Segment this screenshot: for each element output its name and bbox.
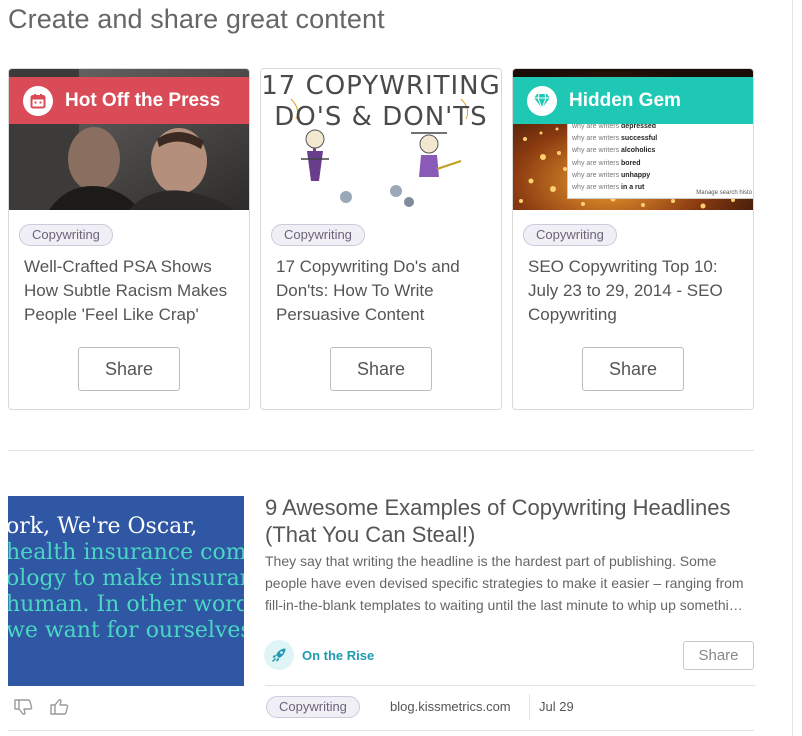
banner-label: Hidden Gem: [569, 89, 681, 111]
meta-separator: [529, 694, 530, 720]
category-tag[interactable]: Copywriting: [266, 696, 360, 718]
card-title[interactable]: SEO Copywriting Top 10: July 23 to 29, 2…: [528, 255, 744, 327]
row-divider: [8, 730, 754, 731]
on-the-rise-label: On the Rise: [302, 648, 375, 663]
search-suggestion: why are writers bored: [572, 159, 641, 167]
hidden-gem-banner: Hidden Gem: [513, 77, 753, 124]
share-button[interactable]: Share: [683, 641, 754, 670]
calendar-icon: [23, 85, 53, 116]
gem-icon: [527, 85, 557, 116]
thumbnail-heading: 17 COPYWRITING DO'S & DON'TS: [261, 71, 501, 132]
card-title[interactable]: Well-Crafted PSA Shows How Subtle Racism…: [24, 255, 240, 327]
card-title[interactable]: 17 Copywriting Do's and Don'ts: How To W…: [276, 255, 492, 327]
banner-label: Hot Off the Press: [65, 89, 221, 111]
search-suggestion: why are writers alcoholics: [572, 147, 656, 155]
share-button[interactable]: Share: [330, 347, 432, 391]
rocket-icon: [264, 640, 294, 670]
category-tag[interactable]: Copywriting: [523, 224, 617, 246]
search-suggestion: why are writers successful: [572, 135, 658, 143]
content-card[interactable]: 17 COPYWRITING DO'S & DON'TS Copywriting…: [260, 68, 502, 410]
page-title: Create and share great content: [8, 4, 385, 34]
category-tag[interactable]: Copywriting: [271, 224, 365, 246]
page-right-border: [792, 0, 793, 736]
share-button[interactable]: Share: [582, 347, 684, 391]
content-card[interactable]: why are writers depressed why are writer…: [512, 68, 754, 410]
source-domain[interactable]: blog.kissmetrics.com: [390, 699, 511, 714]
article-thumbnail[interactable]: ork, We're Oscar, health insurance com o…: [8, 496, 244, 686]
publish-date: Jul 29: [539, 699, 574, 714]
thumbs-down-icon[interactable]: [10, 694, 36, 720]
card-thumbnail[interactable]: 17 COPYWRITING DO'S & DON'TS: [261, 69, 501, 210]
article-description: They say that writing the headline is th…: [265, 553, 744, 613]
search-suggestion: why are writers unhappy: [572, 171, 651, 179]
meta-divider: [265, 685, 755, 686]
share-button[interactable]: Share: [78, 347, 180, 391]
section-divider: [8, 450, 754, 451]
category-tag[interactable]: Copywriting: [19, 224, 113, 246]
article-title[interactable]: 9 Awesome Examples of Copywriting Headli…: [265, 494, 745, 548]
search-footer: Manage search histo: [696, 189, 752, 196]
thumbs-up-icon[interactable]: [46, 694, 72, 720]
content-card[interactable]: Hot Off the Press Copywriting Well-Craft…: [8, 68, 250, 410]
search-suggestion-box: why are writers depressed why are writer…: [567, 119, 753, 199]
hot-off-the-press-banner: Hot Off the Press: [9, 77, 249, 124]
